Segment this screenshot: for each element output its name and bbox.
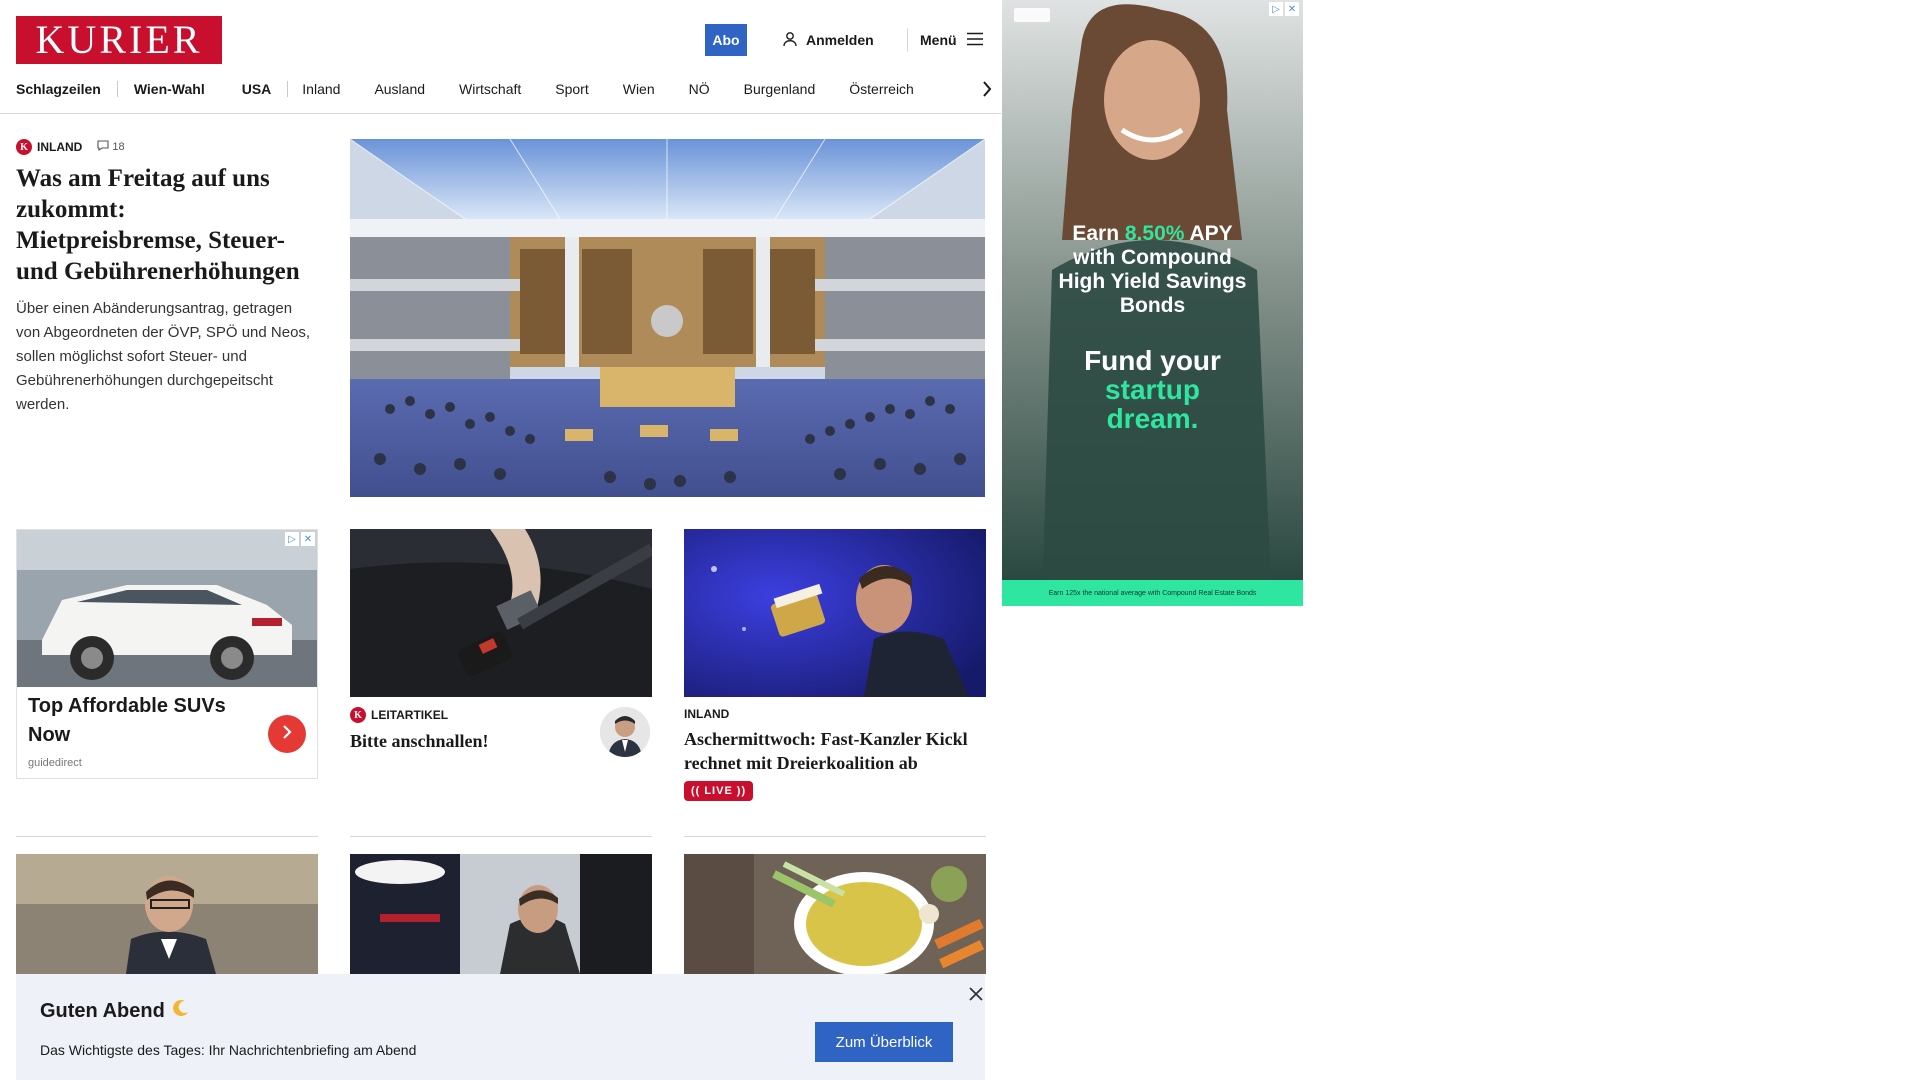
kurier-page: KURIER Abo Anmelden Menü Schlagzeilen Wi… [0, 0, 1001, 1080]
nav-item-burgenland[interactable]: Burgenland [744, 81, 816, 97]
kurier-plus-badge: K [16, 139, 32, 155]
ad-choices[interactable]: ▷ ✕ [285, 532, 315, 546]
row-divider [16, 836, 318, 837]
side-ad-line2: with Compound [1073, 246, 1232, 269]
nav-item-sport[interactable]: Sport [555, 81, 588, 97]
lead-headline[interactable]: Was am Freitag auf uns zukommt: Mietprei… [16, 163, 316, 287]
nav-item-wien-wahl[interactable]: Wien-Wahl [134, 81, 205, 97]
ad-info-icon[interactable]: ▷ [285, 532, 299, 546]
seatbelt-image[interactable] [350, 529, 652, 697]
author-avatar[interactable] [600, 707, 650, 757]
menu-label: Menü [920, 32, 957, 48]
nav-item-inland[interactable]: Inland [302, 81, 340, 97]
abo-button[interactable]: Abo [705, 24, 747, 56]
article-card-inland[interactable]: INLAND Aschermittwoch: Fast-Kanzler Kick… [684, 529, 986, 801]
login-button[interactable]: Anmelden [782, 28, 874, 52]
close-icon[interactable] [966, 984, 986, 1004]
side-ad-cta3: dream. [1106, 403, 1199, 434]
article-card-leitartikel[interactable]: K LEITARTIKEL Bitte anschnallen! [350, 529, 652, 757]
header-rule [0, 113, 1001, 114]
side-ad-line3: High Yield Savings [1058, 270, 1247, 293]
article-thumb-man-glasses[interactable] [16, 854, 318, 974]
inland-kicker: INLAND [684, 707, 986, 721]
live-label: LIVE [704, 785, 733, 797]
login-label: Anmelden [806, 32, 874, 48]
lead-category: INLAND [37, 140, 83, 154]
inland-headline[interactable]: Aschermittwoch: Fast-Kanzler Kickl rechn… [684, 727, 986, 775]
nav-separator [287, 81, 289, 97]
leitartikel-category: LEITARTIKEL [371, 708, 449, 722]
briefing-title-text: Guten Abend [40, 999, 165, 1022]
live-badge: (( LIVE )) [684, 781, 754, 801]
ad-image-suv[interactable]: ▷ ✕ [17, 530, 317, 687]
side-ad-headline: Earn 8.50% APY with Compound High Yield … [1002, 222, 1303, 318]
live-signal-icon: )) [736, 785, 747, 797]
kurier-plus-badge: K [350, 707, 366, 723]
section-nav: Schlagzeilen Wien-Wahl USA Inland Auslan… [16, 75, 996, 103]
side-ad-cta: Fund your startup dream. [1002, 346, 1303, 433]
side-ad-cta1: Fund your [1084, 345, 1221, 376]
menu-button[interactable]: Menü [920, 28, 983, 52]
lead-teaser: Über einen Abänderungsantrag, getragen v… [16, 300, 311, 413]
ad-close-icon[interactable]: ✕ [301, 532, 315, 546]
nav-item-schlagzeilen[interactable]: Schlagzeilen [16, 81, 101, 97]
row-divider [684, 836, 986, 837]
article-thumb-selenskyj[interactable] [350, 854, 652, 974]
comment-count-value: 18 [112, 141, 125, 153]
sponsored-card[interactable]: ▷ ✕ Top Affordable SUVs Now guidedirect [16, 529, 318, 779]
row-divider [350, 836, 652, 837]
side-ad-line4: Bonds [1119, 294, 1186, 317]
ad-close-icon[interactable]: ✕ [1285, 2, 1299, 16]
kurier-logo[interactable]: KURIER [16, 16, 222, 64]
side-ad-compound[interactable]: ▷ ✕ Earn 8.50% APY with Compound High Yi… [1002, 0, 1303, 606]
hamburger-icon [966, 32, 983, 49]
briefing-title: Guten Abend [40, 998, 191, 1024]
ad-info-icon[interactable]: ▷ [1269, 2, 1283, 16]
inland-category: INLAND [684, 707, 730, 721]
lead-kicker: K INLAND 18 [16, 139, 316, 155]
user-icon [782, 31, 798, 50]
side-ad-rate: 8.50% [1124, 222, 1185, 245]
ad-go-button[interactable] [268, 715, 306, 753]
nav-separator [116, 81, 118, 97]
evening-briefing-banner: Guten Abend Das Wichtigste des Tages: Ih… [16, 974, 985, 1080]
overview-button[interactable]: Zum Überblick [815, 1022, 953, 1062]
moon-icon [171, 998, 191, 1024]
side-ad-footer[interactable]: Earn 125x the national average with Comp… [1002, 580, 1303, 606]
chevron-right-icon [281, 724, 293, 745]
nav-item-noe[interactable]: NÖ [689, 81, 710, 97]
ad-source: guidedirect [28, 757, 82, 769]
side-ad-cta2: startup [1105, 374, 1200, 405]
nav-item-usa[interactable]: USA [242, 81, 272, 97]
lead-story[interactable]: K INLAND 18 Was am Freitag auf uns zukom… [16, 139, 316, 417]
briefing-text: Das Wichtigste des Tages: Ihr Nachrichte… [40, 1042, 417, 1058]
article-thumb-soup[interactable] [684, 854, 986, 974]
side-ad-line1a: Earn [1072, 222, 1125, 245]
comment-icon [97, 140, 109, 154]
side-ad-line1b: APY [1184, 222, 1233, 245]
chevron-right-icon[interactable] [982, 75, 992, 103]
comment-count[interactable]: 18 [97, 140, 125, 154]
nav-item-wirtschaft[interactable]: Wirtschaft [459, 81, 521, 97]
ad-choices[interactable]: ▷ ✕ [1269, 2, 1299, 16]
header-divider [907, 28, 908, 52]
nav-item-wien[interactable]: Wien [623, 81, 655, 97]
nav-item-oesterreich[interactable]: Österreich [849, 81, 914, 97]
lead-image-parliament[interactable] [350, 139, 985, 497]
compound-logo [1014, 8, 1050, 22]
nav-item-ausland[interactable]: Ausland [374, 81, 425, 97]
ad-title[interactable]: Top Affordable SUVs Now [28, 692, 238, 750]
kickl-image[interactable] [684, 529, 986, 697]
live-signal-icon: (( [691, 785, 701, 797]
